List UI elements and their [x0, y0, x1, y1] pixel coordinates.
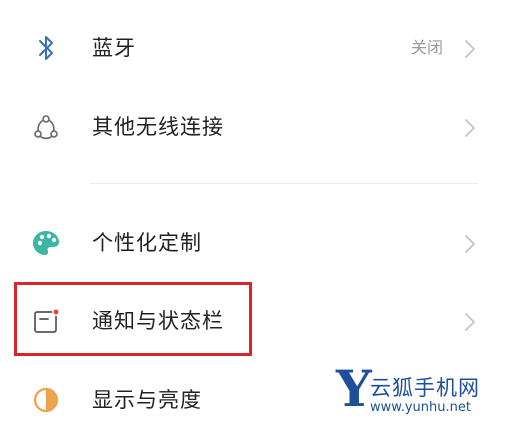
- settings-item-label: 个性化定制: [92, 231, 202, 255]
- settings-item-label: 显示与亮度: [92, 388, 202, 412]
- watermark-logo: Y 云狐手机网 www.yunhu.net: [336, 364, 506, 422]
- settings-item-bluetooth[interactable]: 蓝牙 关闭: [0, 10, 513, 86]
- brightness-icon: [28, 382, 64, 418]
- watermark-name: 云狐手机网: [370, 376, 480, 400]
- section-divider: [90, 183, 478, 184]
- settings-item-personalization[interactable]: 个性化定制: [0, 205, 513, 281]
- bluetooth-status: 关闭: [410, 38, 443, 57]
- chevron-right-icon: [462, 311, 478, 333]
- chevron-right-icon: [462, 38, 478, 60]
- bluetooth-icon: [28, 30, 64, 66]
- settings-item-label: 其他无线连接: [92, 115, 224, 139]
- watermark-url: www.yunhu.net: [370, 400, 471, 415]
- wireless-share-icon: [28, 109, 64, 145]
- palette-icon: [28, 225, 64, 261]
- settings-item-label: 蓝牙: [92, 36, 136, 60]
- watermark-letter: Y: [336, 359, 372, 418]
- settings-item-other-wireless[interactable]: 其他无线连接: [0, 89, 513, 165]
- chevron-right-icon: [462, 233, 478, 255]
- highlight-box: [14, 282, 252, 356]
- chevron-right-icon: [462, 117, 478, 139]
